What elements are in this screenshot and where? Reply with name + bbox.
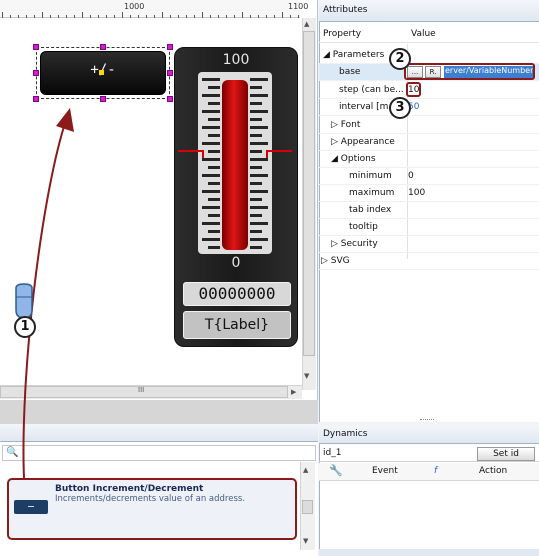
annotation-marker-1: 1	[14, 316, 36, 338]
callout-arrow-head	[56, 108, 74, 132]
mouse-icon	[15, 283, 33, 319]
annotation-overlay	[15, 108, 74, 479]
annotation-marker-2: 2	[389, 48, 411, 70]
annotation-marker-3: 3	[389, 97, 411, 119]
